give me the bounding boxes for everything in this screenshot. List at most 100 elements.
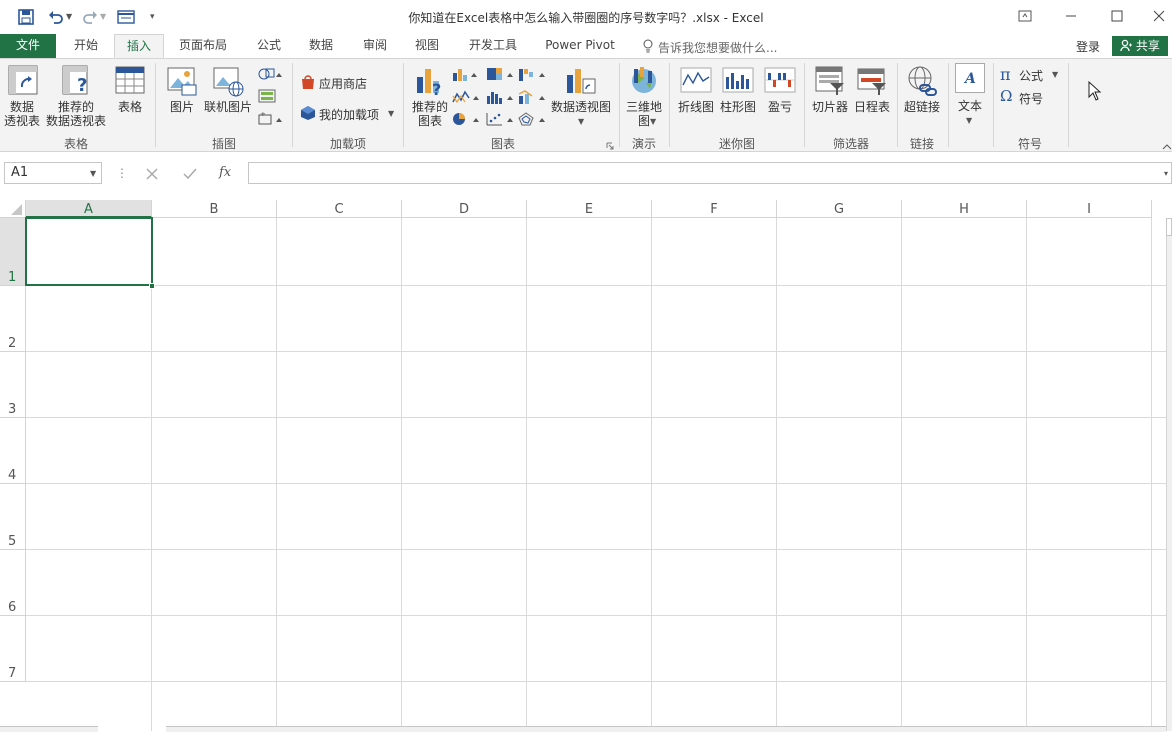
column-header[interactable]: B [152,200,277,218]
horizontal-scrollbar[interactable] [166,726,1166,732]
column-header[interactable]: G [777,200,902,218]
row-header[interactable]: 7 [0,616,26,682]
store-button[interactable]: 应用商店 [319,75,367,92]
gridline [276,218,277,731]
tab-data[interactable]: 数据 [300,34,342,58]
column-header[interactable]: E [527,200,652,218]
row-header[interactable]: 2 [0,286,26,352]
sheet-tab-area[interactable] [0,726,98,732]
combo-chart-icon[interactable] [518,90,546,107]
links-group-label: 链接 [909,137,934,151]
gridline [26,615,1166,616]
maximize-icon[interactable] [1104,6,1130,26]
column-header[interactable]: F [652,200,777,218]
pie-chart-icon[interactable] [452,112,480,129]
lightbulb-icon [642,39,654,56]
online-picture-icon [213,67,244,97]
tab-power-pivot[interactable]: Power Pivot [538,34,622,58]
tab-file[interactable]: 文件 [0,34,56,58]
waterfall-chart-icon[interactable] [518,67,546,84]
store-icon[interactable] [300,74,316,93]
gridline [651,218,652,731]
column-header[interactable]: A [26,200,152,218]
expand-formula-bar-icon[interactable]: ▾ [1164,169,1168,178]
tab-page-layout[interactable]: 页面布局 [170,34,236,58]
insert-function-icon[interactable]: fx [219,165,231,180]
pivot-chart-label: 数据透视图 [550,100,611,114]
fill-handle[interactable] [149,283,155,289]
column-chart-icon[interactable] [452,67,478,84]
recommended-charts-icon: ? [417,69,441,97]
symbol-button[interactable]: 符号 [1019,90,1043,107]
tab-home[interactable]: 开始 [62,34,110,58]
share-button[interactable]: 共享 [1112,36,1168,56]
tab-insert[interactable]: 插入 [114,34,164,58]
pivot-table-icon [8,65,38,95]
ribbon: 数据 透视表 ? 推荐的 数据透视表 表格 表格 图片 联机图片 + 插图 应用… [0,58,1172,152]
tab-formulas[interactable]: 公式 [248,34,290,58]
timeline-icon [857,68,886,95]
title-bar: ▼ ▼ ▾ 你知道在Excel表格中怎么输入带圈圈的序号数字吗？.xlsx - … [0,0,1172,34]
row-header[interactable]: 1 [0,218,26,286]
row-number: 6 [8,600,17,615]
collapse-ribbon-icon[interactable] [1162,139,1172,153]
charts-group-label: 图表 [490,137,515,151]
my-addins-button[interactable]: 我的加载项 [319,106,379,123]
radar-chart-icon[interactable] [518,112,546,129]
selected-cell-a1[interactable] [25,217,153,286]
equation-button[interactable]: 公式 [1019,67,1043,84]
worksheet-grid[interactable]: A B C D E F G H I 1 2 3 4 5 6 7 [0,200,1172,732]
scrollbar-thumb[interactable] [1166,218,1172,236]
table-label: 表格 [117,100,142,114]
smartart-icon[interactable] [258,89,276,106]
column-header[interactable]: H [902,200,1027,218]
row-header[interactable]: 4 [0,418,26,484]
statistic-chart-icon[interactable] [486,90,514,107]
formula-input[interactable] [248,162,1172,184]
line-chart-icon[interactable] [452,90,480,107]
row-number: 3 [8,402,17,417]
3d-map-icon [632,67,656,93]
vertical-scrollbar[interactable] [1166,218,1172,731]
hyperlink-icon [908,66,937,96]
column-header[interactable]: I [1027,200,1152,218]
charts-dialog-launcher-icon[interactable] [606,139,614,153]
tab-review[interactable]: 审阅 [354,34,396,58]
row-header[interactable]: 5 [0,484,26,550]
ribbon-tabs: 文件 开始 插入 页面布局 公式 数据 审阅 视图 开发工具 Power Piv… [0,34,1172,58]
row-header[interactable]: 3 [0,352,26,418]
shapes-icon[interactable] [258,67,284,84]
my-addins-icon[interactable] [300,105,316,124]
equation-dropdown-icon[interactable]: ▼ [1052,70,1058,79]
svg-text:A: A [963,71,976,87]
tab-view[interactable]: 视图 [406,34,448,58]
more-options-icon[interactable]: ⋮ [116,166,128,180]
cancel-icon[interactable] [146,168,158,183]
screenshot-icon[interactable]: + [258,110,286,129]
my-addins-dropdown-icon[interactable]: ▼ [388,109,394,118]
minimize-icon[interactable] [1058,6,1084,26]
3d-map-dropdown-icon[interactable]: ▼ [650,117,656,126]
hierarchy-chart-icon[interactable] [486,67,514,84]
share-label: 共享 [1135,39,1160,53]
gridline [901,218,902,731]
enter-icon[interactable] [183,168,197,183]
name-box-dropdown-icon[interactable]: ▼ [90,169,96,178]
ribbon-display-icon[interactable] [1012,6,1038,26]
text-button[interactable]: A [955,63,985,93]
tell-me-input[interactable]: 告诉我您想要做什么... [658,39,777,56]
gridline [401,218,402,731]
close-icon[interactable] [1146,6,1172,26]
row-header[interactable]: 6 [0,550,26,616]
text-dropdown-icon[interactable]: ▼ [966,116,972,125]
svg-text:+: + [260,112,266,118]
name-box[interactable]: A1 [4,162,102,184]
column-header[interactable]: C [277,200,402,218]
pivot-chart-dropdown-icon[interactable]: ▼ [578,117,584,126]
login-link[interactable]: 登录 [1076,38,1100,55]
column-header[interactable]: D [402,200,527,218]
select-all-button[interactable] [0,200,26,218]
tab-developer[interactable]: 开发工具 [460,34,526,58]
hyperlink-label: 超链接 [903,100,940,114]
scatter-chart-icon[interactable] [486,112,514,129]
